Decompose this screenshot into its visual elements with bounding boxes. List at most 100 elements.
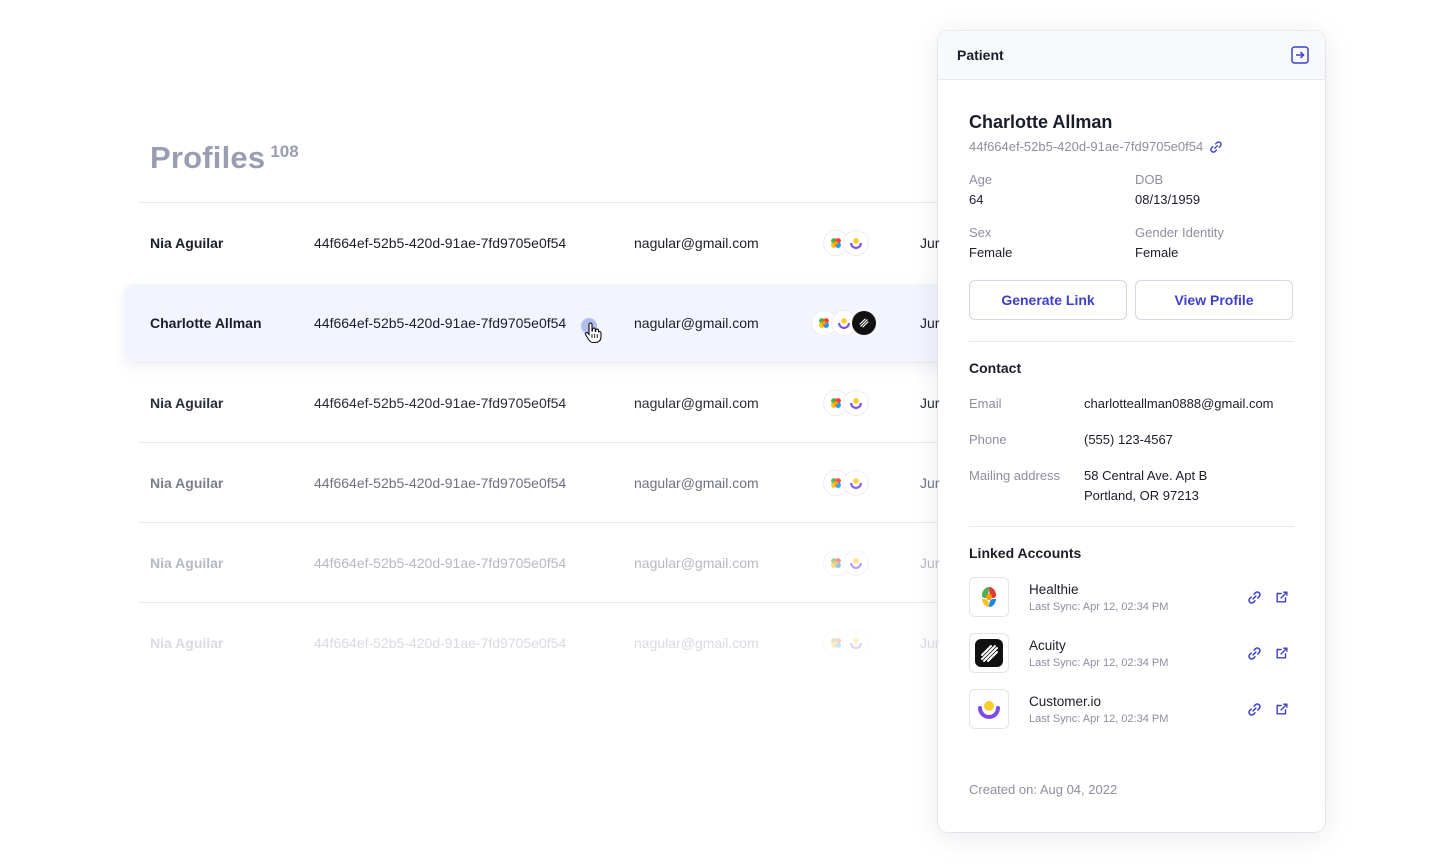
link-icon[interactable] [1246,589,1262,605]
email-value: charlotteallman0888@gmail.com [1084,396,1274,411]
customerio-icon [844,390,868,415]
customerio-icon [844,550,868,575]
table-row[interactable]: Nia Aguilar 44f664ef-52b5-420d-91ae-7fd9… [138,202,940,282]
phone-label: Phone [969,432,1007,447]
external-link-icon[interactable] [1274,589,1290,605]
view-profile-button[interactable]: View Profile [1135,280,1293,320]
contact-phone-row: Phone (555) 123-4567 [969,430,1294,450]
row-id: 44f664ef-52b5-420d-91ae-7fd9705e0f54 [314,554,567,571]
profiles-table: Nia Aguilar 44f664ef-52b5-420d-91ae-7fd9… [124,202,948,682]
table-row[interactable]: Nia Aguilar 44f664ef-52b5-420d-91ae-7fd9… [138,522,940,602]
healthie-logo-icon [969,577,1009,617]
panel-title: Patient [957,47,1004,63]
dob-value: 08/13/1959 [1135,192,1201,207]
row-name: Nia Aguilar [150,634,224,651]
email-label: Email [969,396,1002,411]
link-icon[interactable] [1246,701,1262,717]
customerio-icon [844,630,868,655]
linked-account-acuity: Acuity Last Sync: Apr 12, 02:34 PM [969,633,1294,673]
row-name: Nia Aguilar [150,234,224,251]
row-integrations [812,310,876,335]
row-date: Jur [920,314,940,331]
copy-link-icon[interactable] [1209,140,1223,154]
patient-attributes: Age 64 DOB 08/13/1959 Sex Female Gender … [969,172,1294,260]
customerio-icon [844,470,868,495]
patient-id-row: 44f664ef-52b5-420d-91ae-7fd9705e0f54 [969,139,1294,154]
row-date: Jur [920,634,940,651]
table-row[interactable]: Nia Aguilar 44f664ef-52b5-420d-91ae-7fd9… [138,602,940,682]
sex-attr: Sex Female [969,225,1135,260]
row-id: 44f664ef-52b5-420d-91ae-7fd9705e0f54 [314,394,567,411]
row-integrations [824,550,868,575]
external-link-icon[interactable] [1274,701,1290,717]
linked-accounts-list: Healthie Last Sync: Apr 12, 02:34 PM Acu… [969,577,1294,729]
created-on: Created on: Aug 04, 2022 [969,782,1118,797]
table-row-selected[interactable]: Charlotte Allman 44f664ef-52b5-420d-91ae… [124,282,948,362]
account-text: Acuity Last Sync: Apr 12, 02:34 PM [1029,638,1246,669]
row-date: Jur [920,554,940,571]
divider [969,341,1294,342]
account-text: Customer.io Last Sync: Apr 12, 02:34 PM [1029,694,1246,725]
patient-panel: Patient Charlotte Allman 44f664ef-52b5-4… [938,31,1325,832]
account-actions [1246,645,1290,661]
row-name: Nia Aguilar [150,474,224,491]
account-sync: Last Sync: Apr 12, 02:34 PM [1029,712,1169,725]
row-name: Charlotte Allman [150,314,262,331]
row-name: Nia Aguilar [150,394,224,411]
row-integrations [824,390,868,415]
acuity-logo-icon [969,633,1009,673]
collapse-panel-button[interactable] [1290,45,1310,65]
age-attr: Age 64 [969,172,1135,207]
divider [969,526,1294,527]
row-id: 44f664ef-52b5-420d-91ae-7fd9705e0f54 [314,634,567,651]
acuity-icon [852,310,876,335]
row-email: nagular@gmail.com [634,554,759,571]
linked-account-customerio: Customer.io Last Sync: Apr 12, 02:34 PM [969,689,1294,729]
address-label: Mailing address [969,468,1061,483]
row-email: nagular@gmail.com [634,234,759,251]
row-integrations [824,630,868,655]
contact-address-row: Mailing address 58 Central Ave. Apt B Po… [969,466,1294,506]
row-integrations [824,470,868,495]
linked-accounts-title: Linked Accounts [969,545,1082,561]
generate-link-button[interactable]: Generate Link [969,280,1127,320]
row-id: 44f664ef-52b5-420d-91ae-7fd9705e0f54 [314,314,567,331]
row-name: Nia Aguilar [150,554,224,571]
sex-label: Sex [969,225,992,240]
address-line-1: 58 Central Ave. Apt B [1084,468,1208,483]
age-label: Age [969,172,993,187]
sex-value: Female [969,245,1013,260]
collapse-panel-icon [1291,46,1309,64]
patient-id: 44f664ef-52b5-420d-91ae-7fd9705e0f54 [969,139,1204,154]
patient-name: Charlotte Allman [969,112,1113,132]
account-sync: Last Sync: Apr 12, 02:34 PM [1029,600,1169,613]
contact-email-row: Email charlotteallman0888@gmail.com [969,394,1294,414]
page-title: Profiles 108 [150,140,299,176]
phone-value: (555) 123-4567 [1084,432,1173,447]
table-row[interactable]: Nia Aguilar 44f664ef-52b5-420d-91ae-7fd9… [138,362,939,442]
address-line-2: Portland, OR 97213 [1084,488,1199,503]
hand-cursor-icon [584,322,602,344]
panel-actions: Generate Link View Profile [969,280,1294,320]
gender-identity-attr: Gender Identity Female [1135,225,1301,260]
customerio-icon [844,230,868,255]
link-icon[interactable] [1246,645,1262,661]
table-row[interactable]: Nia Aguilar 44f664ef-52b5-420d-91ae-7fd9… [138,442,940,522]
gender-identity-label: Gender Identity [1135,225,1224,240]
row-email: nagular@gmail.com [634,474,759,491]
dob-label: DOB [1135,172,1164,187]
row-id: 44f664ef-52b5-420d-91ae-7fd9705e0f54 [314,474,567,491]
gender-identity-value: Female [1135,245,1179,260]
external-link-icon[interactable] [1274,645,1290,661]
row-email: nagular@gmail.com [634,314,759,331]
profiles-count: 108 [270,142,299,161]
row-date: Jur [920,474,940,491]
profiles-title: Profiles [150,140,266,175]
row-date: Jur [920,234,940,251]
account-text: Healthie Last Sync: Apr 12, 02:34 PM [1029,582,1246,613]
panel-header: Patient [938,31,1325,80]
age-value: 64 [969,192,984,207]
dob-attr: DOB 08/13/1959 [1135,172,1301,207]
account-actions [1246,589,1290,605]
contact-title: Contact [969,360,1022,376]
